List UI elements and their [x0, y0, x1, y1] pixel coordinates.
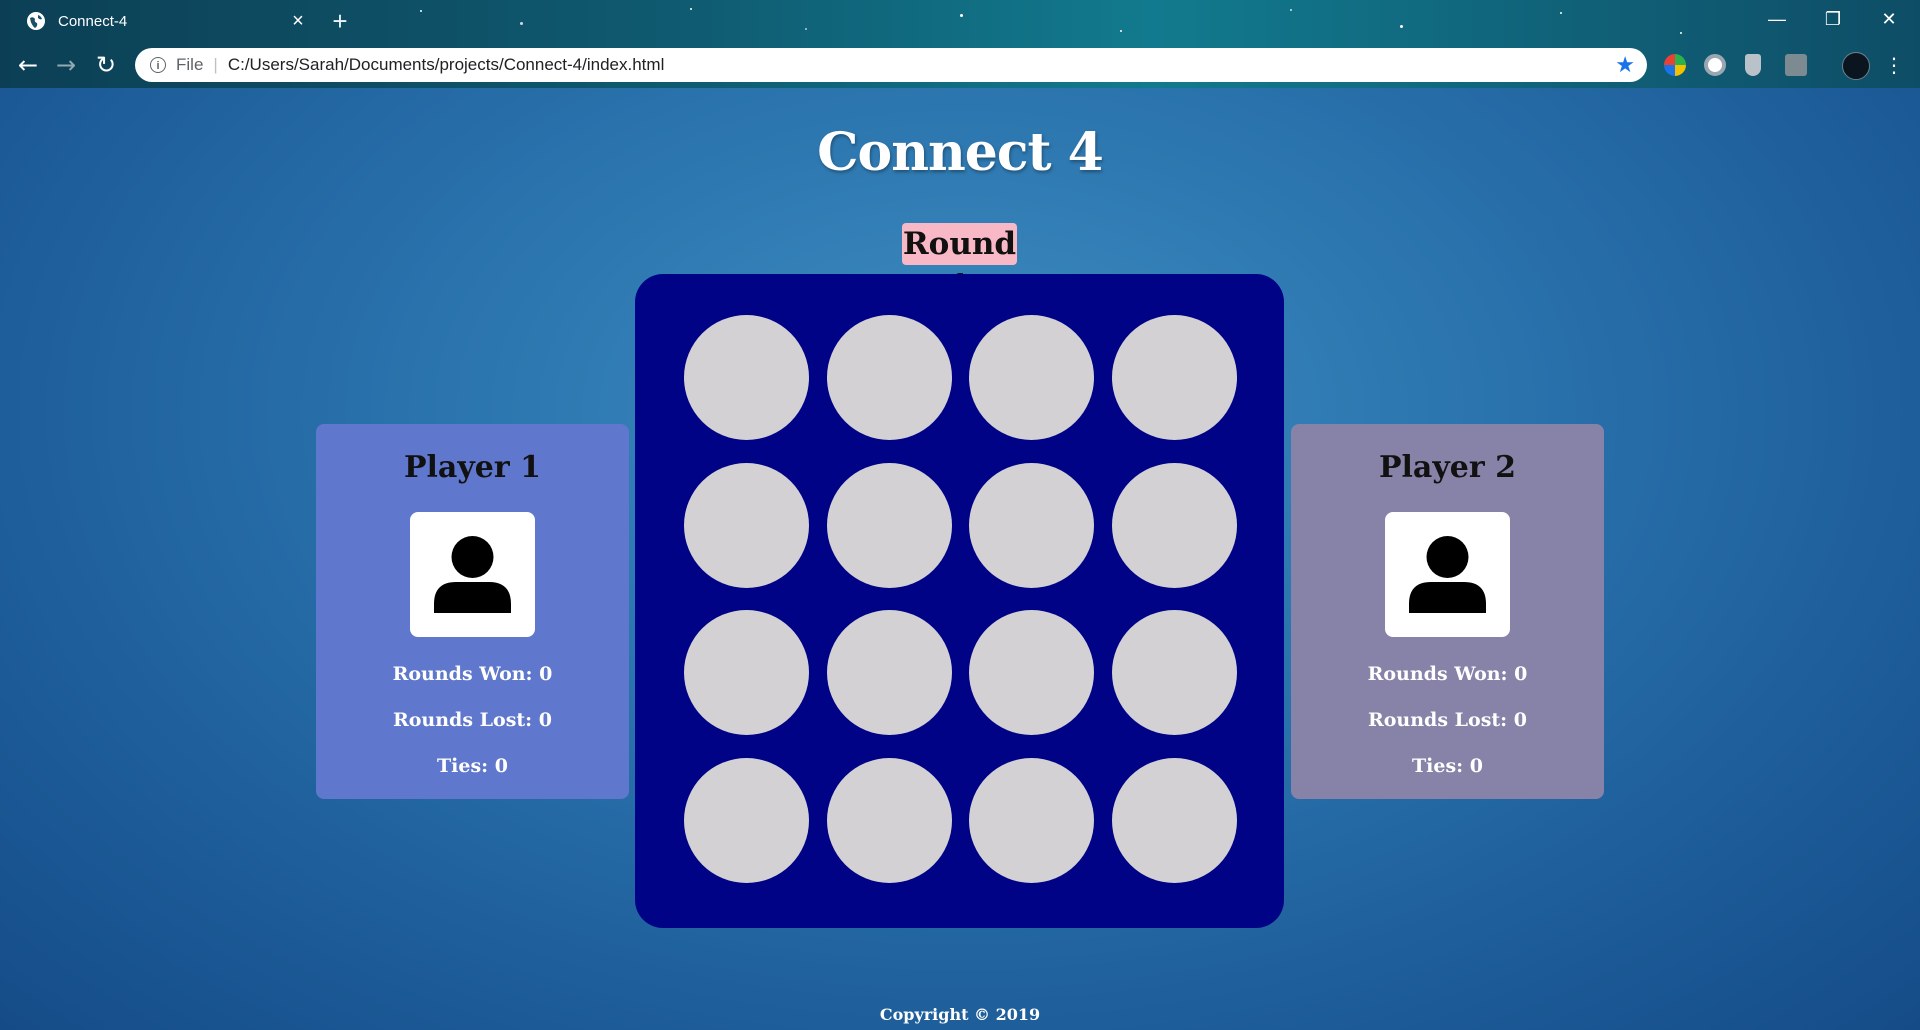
board-cell[interactable]: [969, 315, 1094, 440]
board-cell[interactable]: [969, 462, 1094, 588]
player-1-avatar: [410, 512, 535, 637]
reload-icon[interactable]: ↻: [90, 49, 122, 81]
board-cell[interactable]: [826, 462, 952, 588]
address-bar[interactable]: i File | C:/Users/Sarah/Documents/projec…: [135, 48, 1647, 82]
board-cell[interactable]: [969, 610, 1094, 735]
player-2-rounds-lost: Rounds Lost: 0: [1367, 709, 1528, 731]
board-cell[interactable]: [969, 757, 1094, 883]
game-board: [635, 274, 1284, 928]
player-1-ties: Ties: 0: [437, 755, 508, 777]
board-cell[interactable]: [684, 757, 809, 883]
menu-dots-icon[interactable]: ⋮: [1878, 49, 1910, 81]
address-url[interactable]: C:/Users/Sarah/Documents/projects/Connec…: [228, 55, 1615, 75]
close-tab-icon[interactable]: ×: [284, 10, 312, 33]
round-badge: Round 1: [902, 223, 1017, 304]
close-window-button[interactable]: ✕: [1862, 0, 1916, 38]
board-cell[interactable]: [684, 610, 809, 735]
new-tab-button[interactable]: +: [325, 6, 355, 36]
board-cell[interactable]: [826, 315, 952, 440]
board-cell[interactable]: [684, 462, 809, 588]
profile-avatar[interactable]: [1842, 52, 1870, 80]
player-1-rounds-lost: Rounds Lost: 0: [392, 709, 553, 731]
back-arrow-icon[interactable]: ←: [12, 49, 44, 81]
browser-chrome: Connect-4 × + — ❐ ✕ ← → ↻ i File | C:/Us…: [0, 0, 1920, 88]
tab-title: Connect-4: [58, 12, 128, 30]
player-2-ties: Ties: 0: [1412, 755, 1483, 777]
restore-button[interactable]: ❐: [1806, 0, 1860, 38]
address-separator: |: [213, 55, 218, 74]
player-2-avatar: [1385, 512, 1510, 637]
board-cell[interactable]: [1111, 757, 1237, 883]
player-2-name: Player 2: [1378, 450, 1517, 485]
record-extension-icon[interactable]: [1704, 54, 1726, 76]
tab-strip: Connect-4 × + — ❐ ✕: [0, 0, 1920, 42]
copyright-footer: Copyright © 2019: [879, 1005, 1041, 1024]
page-title: Connect 4: [817, 122, 1104, 183]
player-1-rounds-won: Rounds Won: 0: [392, 663, 553, 685]
pdf-extension-icon[interactable]: [1785, 54, 1807, 76]
board-cell[interactable]: [1111, 610, 1237, 735]
browser-toolbar: ← → ↻ i File | C:/Users/Sarah/Documents/…: [0, 42, 1920, 88]
player-1-name: Player 1: [403, 450, 542, 485]
board-cell[interactable]: [684, 315, 809, 440]
player-1-card: Player 1 Rounds Won: 0 Rounds Lost: 0 Ti…: [316, 424, 629, 799]
player-2-card: Player 2 Rounds Won: 0 Rounds Lost: 0 Ti…: [1291, 424, 1604, 799]
board-cell[interactable]: [826, 757, 952, 883]
forward-arrow-icon[interactable]: →: [50, 49, 82, 81]
extension-icon[interactable]: [1664, 54, 1686, 76]
board-cell[interactable]: [1111, 315, 1237, 440]
minimize-button[interactable]: —: [1750, 0, 1804, 38]
board-cell[interactable]: [1111, 462, 1237, 588]
globe-icon: [27, 12, 45, 30]
user-icon: [434, 536, 511, 613]
shield-icon[interactable]: [1745, 54, 1761, 76]
info-icon[interactable]: i: [150, 57, 166, 73]
user-icon: [1409, 536, 1486, 613]
address-scheme: File: [176, 55, 204, 74]
board-cell[interactable]: [826, 610, 952, 735]
browser-tab[interactable]: Connect-4 ×: [12, 0, 312, 42]
bookmark-star-icon[interactable]: ★: [1615, 52, 1635, 78]
player-2-rounds-won: Rounds Won: 0: [1367, 663, 1528, 685]
